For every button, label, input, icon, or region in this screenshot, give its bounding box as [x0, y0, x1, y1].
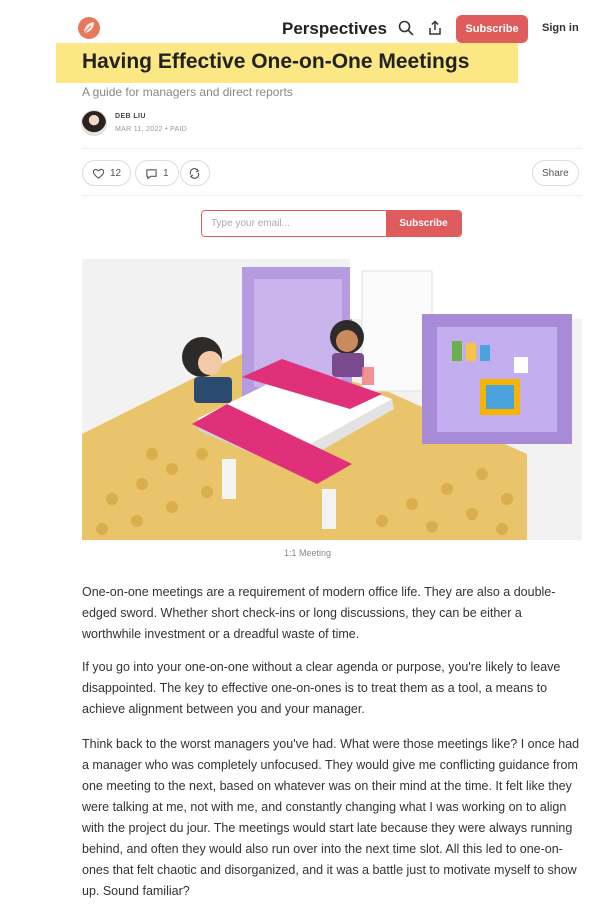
divider: [82, 195, 582, 196]
share-label: Share: [542, 167, 569, 179]
share-upload-icon[interactable]: [426, 19, 444, 37]
comment-icon: [146, 168, 157, 179]
post-subtitle: A guide for managers and direct reports: [82, 85, 293, 99]
like-count: 12: [110, 167, 122, 179]
restack-icon: [189, 167, 200, 179]
post-date-meta: MAR 11, 2022 • PAID: [115, 126, 188, 133]
image-caption: 1:1 Meeting: [283, 548, 332, 558]
site-header: Perspectives Subscribe Sign in: [64, 8, 594, 48]
author-avatar[interactable]: [81, 110, 107, 136]
body-paragraph: If you go into your one-on-one without a…: [82, 660, 561, 716]
site-title[interactable]: Perspectives: [282, 19, 387, 39]
heart-icon: [92, 168, 105, 179]
subscribe-submit-button[interactable]: Subscribe: [386, 211, 461, 236]
author-name[interactable]: DEB LIU: [115, 113, 146, 120]
divider: [82, 148, 582, 149]
body-paragraph: Think back to the worst managers you've …: [82, 737, 580, 898]
sign-in-link[interactable]: Sign in: [542, 22, 579, 34]
restack-button[interactable]: [180, 160, 210, 186]
body-paragraph: One-on-one meetings are a requirement of…: [82, 585, 556, 641]
post-title: Having Effective One-on-One Meetings: [82, 50, 470, 73]
hero-image[interactable]: [82, 259, 582, 540]
subscribe-form: Subscribe: [201, 210, 462, 237]
comment-count: 1: [163, 167, 169, 179]
search-icon[interactable]: [397, 19, 415, 37]
share-button[interactable]: Share: [532, 160, 579, 186]
email-input[interactable]: [202, 211, 386, 236]
subscribe-button[interactable]: Subscribe: [456, 15, 528, 43]
leaf-logo-icon[interactable]: [78, 17, 100, 39]
substack-post-page: Perspectives Subscribe Sign in Having Ef…: [0, 0, 615, 907]
like-button[interactable]: 12: [82, 160, 132, 186]
comment-button[interactable]: 1: [135, 160, 179, 186]
